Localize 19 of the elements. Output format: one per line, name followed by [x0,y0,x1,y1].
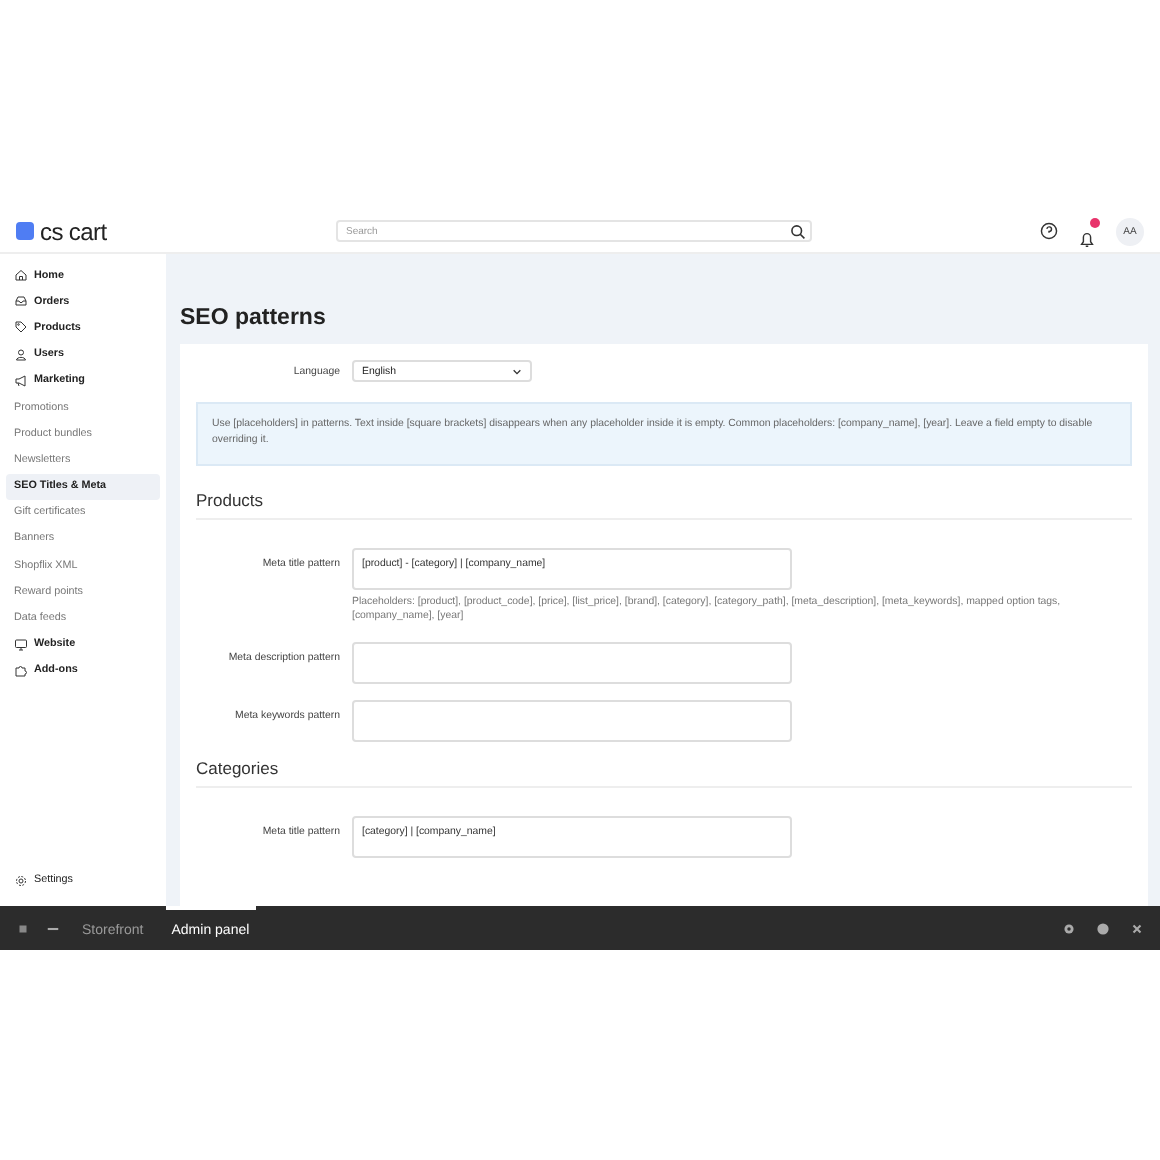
settings-icon [14,873,28,888]
close-icon[interactable] [1130,921,1144,935]
search-icon[interactable] [790,223,806,239]
page-title: SEO patterns [180,306,328,330]
inbox-icon [14,294,28,309]
caret-icon [512,367,522,375]
settings-icon[interactable] [1062,921,1076,935]
tag-icon [14,320,28,335]
user-icon [14,347,28,362]
logo-icon [16,222,34,240]
logo-text[interactable]: cs cart [40,217,107,245]
section-heading: Categories [196,758,1132,789]
pattern-field[interactable] [352,700,792,743]
pattern-field[interactable] [352,642,792,685]
monitor-icon [14,637,28,652]
section-heading: Products [196,489,1132,520]
megaphone-icon [14,373,28,388]
home-icon [14,268,28,283]
puzzle-icon [14,663,28,678]
